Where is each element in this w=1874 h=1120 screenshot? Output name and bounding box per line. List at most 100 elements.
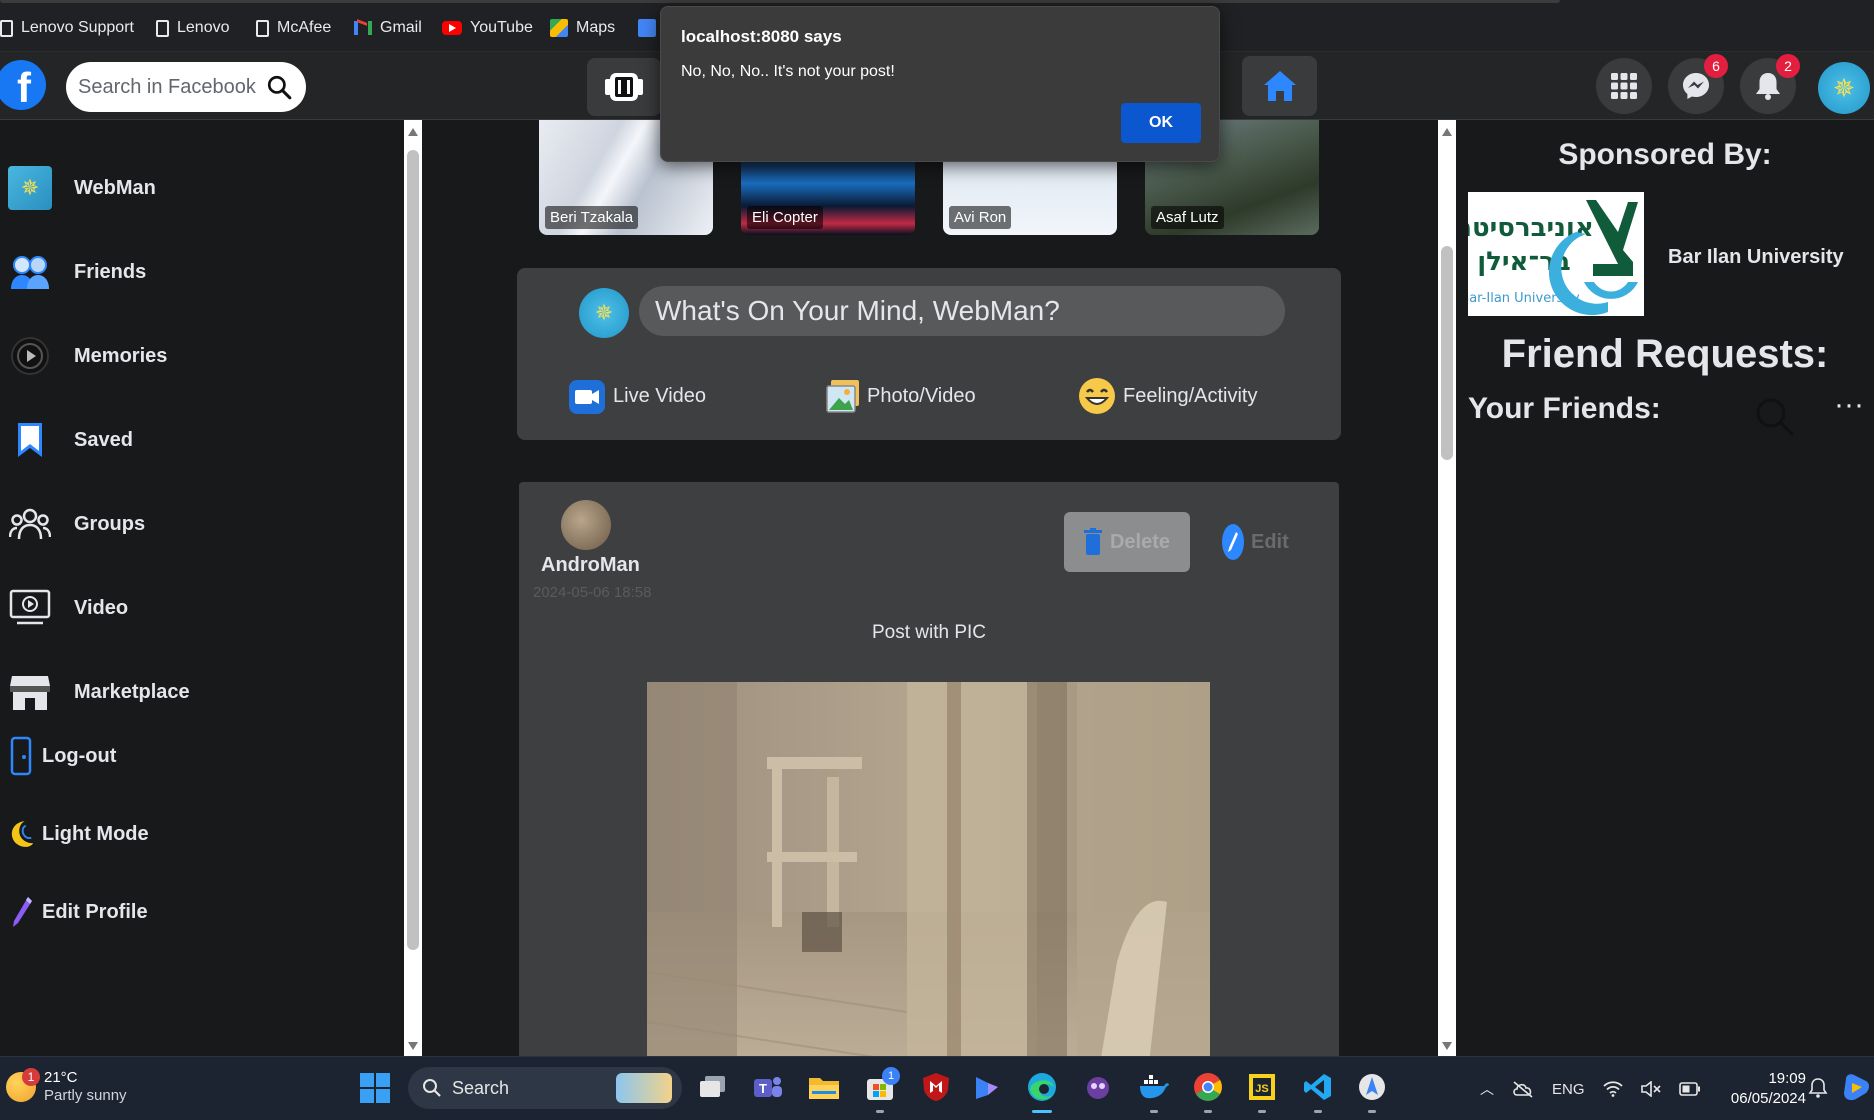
bookmark-maps[interactable]: Maps	[550, 16, 615, 40]
facebook-logo[interactable]: f	[0, 60, 46, 110]
live-video-button[interactable]: Live Video	[567, 376, 706, 416]
cloud-offline-icon[interactable]	[1512, 1080, 1534, 1098]
post-photo	[647, 682, 1210, 1056]
edit-pencil-icon	[1222, 524, 1244, 560]
whats-on-your-mind-input[interactable]: What's On Your Mind, WebMan?	[639, 286, 1285, 336]
scrollbar-thumb[interactable]	[407, 150, 419, 950]
right-column: Sponsored By: אוניברסיטת בר־אילן Bar-Ila…	[1456, 120, 1874, 1056]
yellow-app-icon: JS	[1249, 1074, 1275, 1100]
bookmark-translate[interactable]	[638, 16, 656, 40]
friend-requests-title: Friend Requests:	[1501, 332, 1829, 376]
weather-widget[interactable]: 1 21°C Partly sunny	[6, 1068, 127, 1105]
bell-icon	[1756, 73, 1780, 100]
photo-video-button[interactable]: Photo/Video	[825, 376, 976, 416]
logout-button[interactable]: Log-out	[0, 726, 390, 786]
gmail-icon	[354, 21, 372, 35]
your-friends-title: Your Friends:	[1468, 392, 1661, 425]
taskbar-search[interactable]: Search	[408, 1067, 682, 1109]
document-icon	[256, 19, 269, 37]
notification-bell-icon[interactable]	[1808, 1077, 1828, 1099]
bookmark-mcafee[interactable]: McAfee	[256, 16, 331, 40]
battery-icon[interactable]	[1678, 1082, 1701, 1096]
more-options-button[interactable]: ···	[1834, 388, 1864, 422]
svg-text:JS: JS	[1255, 1083, 1268, 1095]
windows-logo-pane	[376, 1089, 390, 1103]
menu-button[interactable]	[1596, 58, 1652, 114]
sidebar-item-video[interactable]: Video	[0, 578, 390, 638]
profile-avatar-icon: ✵	[8, 166, 52, 210]
edit-profile-button[interactable]: Edit Profile	[0, 882, 390, 942]
sidebar-scrollbar[interactable]	[404, 120, 422, 1056]
vscode-app[interactable]	[1300, 1069, 1336, 1113]
search-icon[interactable]	[266, 74, 292, 100]
file-explorer-app[interactable]	[806, 1069, 842, 1105]
docker-app[interactable]	[1136, 1069, 1172, 1113]
light-mode-toggle[interactable]: Light Mode	[0, 804, 390, 864]
smiley-icon	[1079, 378, 1115, 414]
bookmark-youtube[interactable]: YouTube	[442, 16, 533, 40]
post-card: AndroMan 2024-05-06 18:58 Delete Edit Po…	[519, 482, 1339, 1056]
scroll-down-arrow[interactable]	[1442, 1042, 1452, 1050]
sidebar-item-marketplace[interactable]: Marketplace	[0, 662, 390, 722]
copilot-app[interactable]	[968, 1069, 1004, 1105]
language-indicator[interactable]: ENG	[1552, 1081, 1585, 1098]
search-friends-icon[interactable]	[1754, 396, 1794, 436]
scroll-up-arrow[interactable]	[408, 128, 418, 136]
scrollbar-thumb[interactable]	[1441, 246, 1453, 460]
edge-app[interactable]	[1024, 1069, 1060, 1113]
edit-post-button[interactable]: Edit	[1221, 520, 1289, 564]
search-icon	[423, 1079, 441, 1097]
start-button[interactable]	[360, 1073, 390, 1103]
mcafee-app[interactable]	[918, 1069, 954, 1105]
bookmark-lenovo-support[interactable]: Lenovo Support	[0, 16, 134, 40]
account-avatar[interactable]: ✵	[1818, 62, 1870, 114]
home-tab[interactable]	[1242, 56, 1317, 116]
scroll-down-arrow[interactable]	[408, 1042, 418, 1050]
trash-icon	[1083, 528, 1102, 555]
media-app[interactable]	[1080, 1069, 1116, 1105]
sponsor-name[interactable]: Bar Ilan University	[1668, 246, 1844, 269]
post-author-name[interactable]: AndroMan	[541, 554, 640, 577]
marketplace-icon	[8, 670, 52, 714]
teams-app[interactable]: T	[750, 1069, 786, 1105]
pycharm-app[interactable]: JS	[1244, 1069, 1280, 1113]
sidebar-item-webman[interactable]: ✵ WebMan	[0, 158, 390, 218]
copilot-tray-icon[interactable]	[1840, 1071, 1872, 1103]
post-image[interactable]	[647, 682, 1210, 1056]
feeling-activity-button[interactable]: Feeling/Activity	[1077, 376, 1258, 416]
alert-title: localhost:8080 says	[681, 27, 842, 46]
watch-tab[interactable]	[587, 58, 661, 116]
windows-logo-pane	[360, 1089, 374, 1103]
system-tray: ︿ ENG	[1480, 1069, 1701, 1109]
post-composer: ✵ What's On Your Mind, WebMan? Live Vide…	[517, 268, 1341, 440]
speaker-muted-icon[interactable]	[1640, 1081, 1661, 1097]
scroll-up-arrow[interactable]	[1442, 128, 1452, 136]
alert-ok-button[interactable]: OK	[1121, 103, 1201, 143]
feed-scrollbar[interactable]	[1438, 120, 1456, 1056]
chevron-up-icon[interactable]: ︿	[1480, 1079, 1494, 1099]
grid-menu-icon	[1611, 73, 1637, 99]
compass-app[interactable]	[1354, 1069, 1390, 1113]
task-view-app[interactable]	[695, 1069, 731, 1105]
translate-icon	[638, 19, 656, 37]
bookmark-gmail[interactable]: Gmail	[354, 16, 422, 40]
sponsor-logo[interactable]: אוניברסיטת בר־אילן Bar-Ilan University	[1468, 192, 1644, 316]
sidebar-item-memories[interactable]: Memories	[0, 326, 390, 386]
sidebar-item-friends[interactable]: Friends	[0, 242, 390, 302]
sidebar-item-groups[interactable]: Groups	[0, 494, 390, 554]
notifications-button[interactable]: 2	[1740, 54, 1800, 114]
delete-post-button[interactable]: Delete	[1064, 512, 1190, 572]
system-clock[interactable]: 19:09 06/05/2024	[1716, 1069, 1806, 1109]
messenger-button[interactable]: 6	[1668, 54, 1728, 114]
store-app[interactable]: 1	[862, 1067, 900, 1113]
post-author-avatar[interactable]	[561, 500, 611, 550]
search-input[interactable]	[78, 62, 258, 112]
bookmark-lenovo[interactable]: Lenovo	[156, 16, 230, 40]
profile-avatar-icon: ✵	[594, 300, 614, 325]
svg-text:T: T	[759, 1081, 767, 1096]
app-store-icon	[1359, 1074, 1385, 1100]
sidebar-item-saved[interactable]: Saved	[0, 410, 390, 470]
chrome-app[interactable]	[1190, 1069, 1226, 1113]
messenger-icon	[1683, 73, 1709, 99]
wifi-icon[interactable]	[1602, 1081, 1623, 1097]
